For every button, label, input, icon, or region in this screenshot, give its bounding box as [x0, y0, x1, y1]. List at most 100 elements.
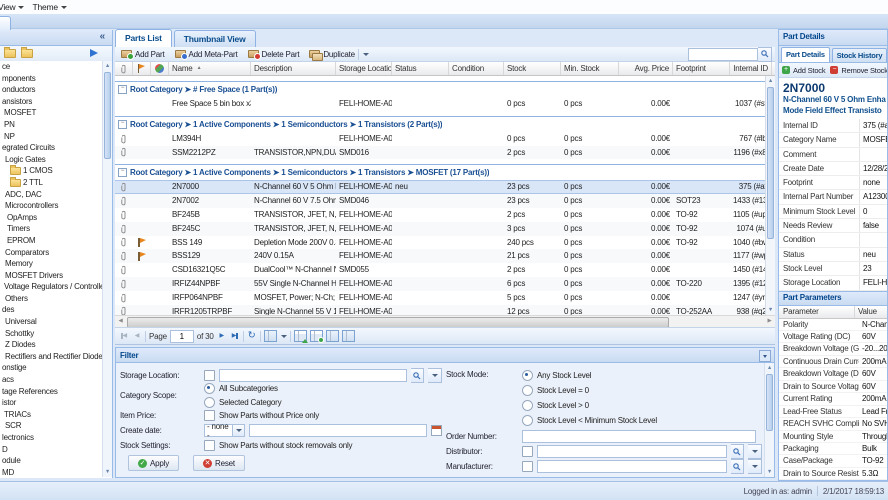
collapse-sidebar-icon[interactable]: « [100, 31, 106, 42]
collapse-group-icon[interactable]: − [118, 168, 127, 178]
grid-scrollbar[interactable]: ▲ ▼ [765, 76, 775, 315]
category-tree-item[interactable]: Memory [0, 258, 102, 270]
page-number-input[interactable] [169, 329, 194, 343]
category-tree-item[interactable]: lectronics [0, 432, 102, 444]
category-tree-item[interactable]: onstige [0, 362, 102, 374]
status-column-header[interactable] [151, 62, 169, 75]
item-price-checkbox[interactable] [204, 410, 215, 421]
category-tree-item[interactable]: Universal [0, 316, 102, 328]
distributor-dropdown-button[interactable] [748, 444, 762, 459]
category-tree-item[interactable]: 1 CMOS [0, 165, 102, 177]
category-tree-item[interactable]: tage References [0, 386, 102, 398]
category-tree-item[interactable]: MOSFET [0, 107, 102, 119]
remove-stock-button[interactable]: − Remove Stock [829, 66, 887, 75]
select-columns-button[interactable] [325, 330, 339, 342]
table-row[interactable]: BSS 149 Depletion Mode 200V 0.35AFELI-HOM… [115, 236, 775, 250]
refresh-button[interactable]: ↻ [247, 330, 257, 342]
storage-location-checkbox[interactable] [204, 370, 215, 381]
radio-button[interactable] [204, 397, 215, 408]
group-header-row[interactable]: − Root Category ➤ 1 Active Components ➤ 1… [115, 164, 775, 181]
add-part-button[interactable]: Add Part [118, 49, 168, 60]
reset-button[interactable]: ✕ Reset [193, 455, 245, 471]
search-button[interactable] [758, 46, 772, 62]
storage-location-input[interactable] [219, 369, 407, 382]
table-row[interactable]: IRFR1205TRPBF Single N-Channel 55 V 107..… [115, 304, 775, 315]
collapse-groups-button[interactable] [309, 330, 324, 343]
distributor-search-button[interactable] [730, 444, 745, 459]
category-tree-item[interactable]: egrated Circuits [0, 142, 102, 154]
table-row[interactable]: BF245C TRANSISTOR, JFET, N, TO...FELI-HOM… [115, 221, 775, 236]
category-tree-item[interactable]: des [0, 304, 102, 316]
distributor-checkbox[interactable] [522, 446, 533, 457]
category-scope-option[interactable]: All Subcategories [204, 383, 281, 394]
category-tree-item[interactable]: Schottky [0, 328, 102, 340]
apply-button[interactable]: ✓ Apply [128, 455, 180, 471]
footprint-column-header[interactable]: Footprint [673, 62, 730, 75]
category-tree-item[interactable]: 2 TTL [0, 176, 102, 189]
category-tree-item[interactable]: Comparators [0, 247, 102, 259]
avg-price-column-header[interactable]: Avg. Price [619, 62, 673, 75]
filter-panel-header[interactable]: Filter [116, 348, 774, 363]
create-date-operator-select[interactable]: - none - [204, 422, 245, 440]
expand-groups-button[interactable] [293, 330, 308, 343]
scroll-left-icon[interactable]: ◀ [115, 316, 126, 327]
scroll-down-icon[interactable]: ▼ [765, 467, 774, 477]
filter-scrollbar[interactable]: ▲ ▼ [764, 363, 774, 477]
table-row[interactable]: SSM2212PZ TRANSISTOR,NPN,DUAL,A...SMD016 2… [115, 145, 775, 160]
internal-id-column-header[interactable]: Internal ID [730, 62, 772, 75]
group-header-row[interactable]: − Root Category ➤ 1 Active Components ➤ 1… [115, 115, 775, 132]
storage-location-dropdown-button[interactable] [428, 368, 442, 383]
radio-button[interactable] [522, 370, 533, 381]
attachment-column-header[interactable] [115, 62, 133, 75]
stock-mode-option[interactable]: Stock Level > 0 [522, 400, 657, 411]
category-tree-item[interactable]: onductors [0, 84, 102, 96]
collapse-group-icon[interactable]: − [118, 119, 127, 129]
min-stock-column-header[interactable]: Min. Stock [561, 62, 619, 75]
category-tree-item[interactable]: Timers [0, 223, 102, 235]
scroll-down-icon[interactable]: ▼ [766, 305, 775, 315]
calendar-icon[interactable] [431, 425, 442, 436]
category-tree-item[interactable]: OpAmps [0, 212, 102, 224]
storage-location-search-button[interactable] [410, 368, 425, 383]
category-tree-item[interactable]: MD [0, 467, 102, 477]
category-tree-item[interactable]: SCR [0, 420, 102, 432]
expand-all-folder-icon[interactable] [4, 47, 16, 58]
manufacturer-checkbox[interactable] [522, 461, 533, 472]
scroll-up-icon[interactable]: ▲ [103, 61, 112, 71]
category-tree-item[interactable]: istor [0, 397, 102, 409]
table-row[interactable]: BSS129 240V 0.15A FELI-HOME-A085 21 pcs 0 pc… [115, 249, 775, 264]
category-tree-item[interactable]: D [0, 444, 102, 456]
category-tree-item[interactable]: ADC, DAC [0, 189, 102, 201]
table-row[interactable]: LM394HFELI-HOME-A0940 pcs0 pcs0.00€767 (… [115, 132, 775, 146]
collapse-filter-button[interactable] [759, 350, 771, 362]
stock-mode-option[interactable]: Stock Level = 0 [522, 385, 657, 396]
chevron-down-icon[interactable] [362, 52, 369, 56]
radio-button[interactable] [204, 383, 215, 394]
add-meta-part-button[interactable]: Add Meta-Part [172, 49, 241, 60]
category-tree-item[interactable]: Rectifiers and Rectifier Diodes [0, 351, 102, 363]
collapse-all-folder-icon[interactable] [21, 47, 33, 58]
description-column-header[interactable]: Description [251, 62, 336, 75]
collapse-group-icon[interactable]: − [118, 85, 127, 94]
manufacturer-input[interactable] [537, 460, 727, 473]
radio-button[interactable] [522, 415, 533, 426]
table-row[interactable]: Free Space 5 bin box x3 FELI-HOME-A058 0 p… [115, 97, 775, 111]
category-tree-item[interactable]: Others [0, 293, 102, 305]
value-column-header[interactable]: Value [855, 306, 887, 318]
table-row[interactable]: IRFIZ44NPBF 55V Single N-Channel HEX...FE… [115, 276, 775, 291]
scroll-down-icon[interactable]: ▼ [103, 467, 112, 477]
storage-location-column-header[interactable]: Storage Location [336, 62, 392, 75]
tab-part-details[interactable]: Part Details [781, 47, 830, 62]
reload-categories-icon[interactable] [90, 49, 98, 57]
previous-page-button[interactable]: ◀ [132, 330, 142, 342]
table-row[interactable]: 2N7002 N-Channel 60 V 7.5 Ohm S...SMD046 2… [115, 194, 775, 208]
add-stock-button[interactable]: + Add Stock [781, 66, 826, 75]
scrollbar-thumb[interactable] [766, 374, 773, 431]
duplicate-button[interactable]: Duplicate [306, 48, 372, 61]
menu-view[interactable]: View [0, 0, 29, 12]
distributor-input[interactable] [537, 445, 727, 458]
scroll-up-icon[interactable]: ▲ [766, 76, 775, 86]
chevron-down-icon[interactable] [280, 334, 287, 338]
grid-view-menu-button[interactable] [263, 330, 277, 342]
table-row[interactable]: 2N7000 N-Channel 60 V 5 Ohm En...FELI-HOM… [115, 180, 775, 195]
